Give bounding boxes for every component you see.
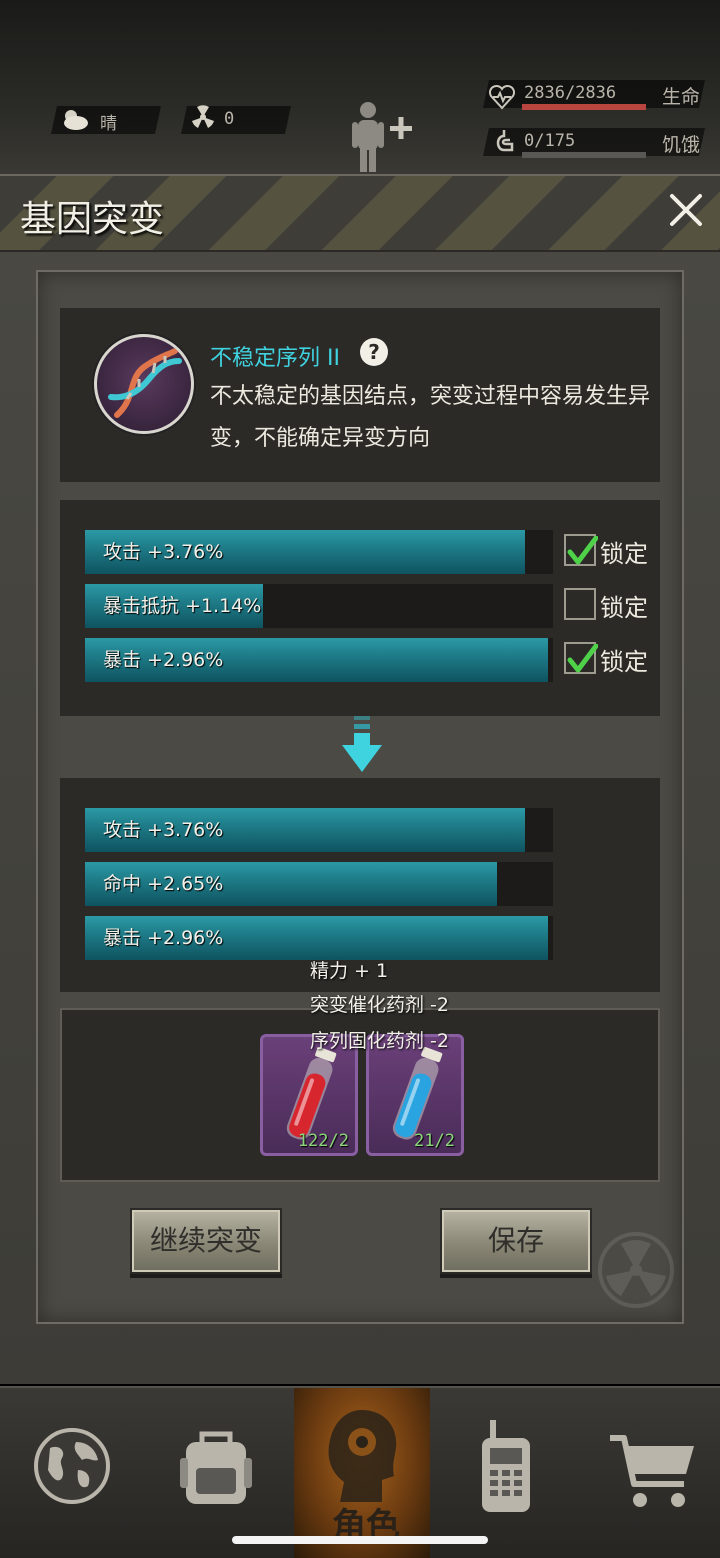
current-stat-row: 暴击抵抗 +1.14% — [85, 584, 553, 628]
hunger-label: 饥饿 — [662, 134, 701, 156]
top-hud: 晴 0 2836/2836 生命 0/175 饥饿 — [0, 0, 720, 175]
heart-icon — [488, 84, 516, 110]
gene-info-box: 不稳定序列 II ? 不太稳定的基因结点，突变过程中容易发生异变，不能确定异变方… — [60, 308, 660, 482]
walkie-talkie-icon — [482, 1420, 530, 1512]
fixative-cost: 序列固化药剂 -2 — [310, 1030, 449, 1052]
weather-text: 晴 — [100, 114, 117, 134]
gene-mutation-dialog: 基因突变 不稳定序列 II ? 不太稳定的基因结点，突变过程中容易发生异变，不能… — [0, 174, 720, 1384]
nav-backpack[interactable] — [144, 1388, 288, 1558]
result-stat-label: 暴击 +2.96% — [103, 927, 224, 949]
close-icon[interactable] — [666, 190, 706, 230]
character-add-icon[interactable] — [346, 100, 416, 174]
current-stat-row: 攻击 +3.76% — [85, 530, 553, 574]
result-stat-row: 命中 +2.65% — [85, 862, 553, 906]
result-stat-label: 攻击 +3.76% — [103, 819, 224, 841]
head-gear-icon — [328, 1410, 397, 1502]
current-stats-box: 攻击 +3.76% 锁定 暴击抵抗 +1.14% 锁定 暴击 +2.96% 锁定 — [60, 500, 660, 716]
lock-label: 锁定 — [600, 540, 648, 568]
health-bar — [522, 104, 646, 110]
radiation-value: 0 — [224, 109, 235, 129]
gene-name-suffix: II — [327, 346, 340, 371]
checkmark-icon — [567, 643, 599, 673]
lock-label: 锁定 — [600, 648, 648, 676]
globe-icon — [34, 1428, 110, 1504]
lock-checkbox[interactable] — [564, 642, 599, 674]
result-stat-label: 命中 +2.65% — [103, 873, 224, 895]
lock-checkbox[interactable] — [564, 588, 596, 620]
current-stat-label: 暴击抵抗 +1.14% — [103, 595, 262, 617]
gene-description: 不太稳定的基因结点，突变过程中容易发生异变，不能确定异变方向 — [210, 384, 651, 451]
gene-name-text: 不稳定序列 — [210, 346, 321, 371]
home-indicator — [232, 1536, 488, 1544]
current-stat-label: 攻击 +3.76% — [103, 541, 224, 563]
dna-icon — [94, 334, 194, 434]
bottom-nav: 角色 — [0, 1386, 720, 1558]
checkmark-icon — [567, 535, 599, 565]
lock-checkbox[interactable] — [564, 534, 599, 566]
stomach-icon — [496, 130, 514, 152]
health-label: 生命 — [662, 86, 701, 108]
health-value: 2836/2836 — [524, 83, 617, 103]
nav-radio[interactable] — [436, 1388, 580, 1558]
down-arrow-icon — [342, 716, 382, 772]
shopping-cart-icon — [610, 1435, 694, 1507]
nav-world[interactable] — [0, 1388, 144, 1558]
lock-label: 锁定 — [600, 594, 648, 622]
save-button[interactable]: 保存 — [440, 1208, 592, 1274]
help-icon[interactable]: ? — [360, 338, 388, 366]
current-stat-label: 暴击 +2.96% — [103, 649, 224, 671]
radiation-watermark-icon — [598, 1232, 674, 1308]
backpack-icon — [180, 1431, 252, 1504]
mutation-panel: 不稳定序列 II ? 不太稳定的基因结点，突变过程中容易发生异变，不能确定异变方… — [36, 270, 684, 1324]
energy-cost: 精力 + 1 — [310, 960, 389, 982]
dialog-title: 基因突变 — [20, 199, 165, 240]
potion-count: 122/2 — [297, 1131, 349, 1151]
catalyst-cost: 突变催化药剂 -2 — [310, 994, 449, 1016]
gene-name: 不稳定序列 II — [210, 340, 340, 372]
health-bar-fill — [522, 104, 646, 110]
result-stat-row: 暴击 +2.96% — [85, 916, 553, 960]
potion-count: 21/2 — [414, 1131, 455, 1151]
hunger-value: 0/175 — [524, 131, 576, 151]
hunger-bar — [522, 152, 646, 158]
dialog-header: 基因突变 — [0, 176, 720, 252]
current-stat-row: 暴击 +2.96% — [85, 638, 553, 682]
radiation-icon — [192, 105, 214, 128]
continue-mutation-button[interactable]: 继续突变 — [130, 1208, 282, 1274]
cloud-sun-icon — [64, 110, 88, 130]
result-stat-row: 攻击 +3.76% — [85, 808, 553, 852]
nav-shop[interactable] — [576, 1388, 720, 1558]
nav-role[interactable]: 角色 — [294, 1388, 430, 1558]
